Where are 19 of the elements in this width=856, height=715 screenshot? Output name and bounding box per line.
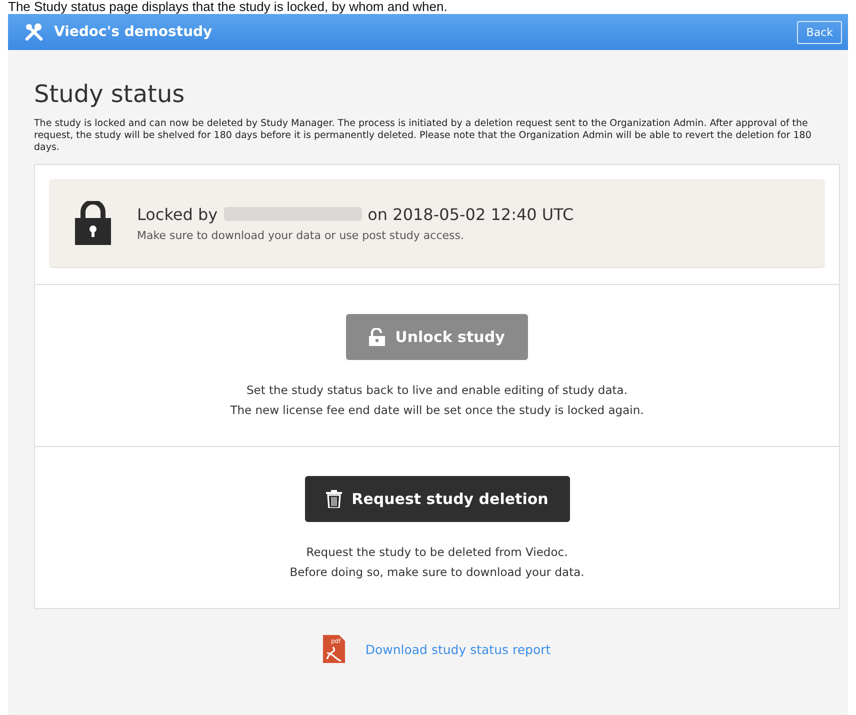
locked-date-text: on 2018-05-02 12:40 UTC xyxy=(368,204,574,224)
description-text: Request the study to be deleted from Viedoc. xyxy=(305,544,569,561)
open-padlock-icon xyxy=(369,328,386,346)
download-report-link[interactable]: Download study status report xyxy=(365,642,551,656)
unlock-button[interactable]: Unlock study xyxy=(346,314,528,360)
trash-icon xyxy=(326,490,342,508)
intro-text: The study is locked and can now be deleted by Study Manager. The process is initiated by a deletion request sent to the Organization Admin. After approval of the request, the study will be shelved for 180 days before it is permanently deleted. Please note that the Organization Admin will be able to revert the deletion for 180 days. xyxy=(34,118,812,154)
study-title: Viedoc's demostudy xyxy=(54,24,214,40)
description-text: The new license fee end date will be set once the study is locked again. xyxy=(230,402,644,419)
back-button[interactable]: Back xyxy=(797,20,842,44)
locked-by-label: Locked by xyxy=(137,204,218,224)
padlock-icon xyxy=(75,201,111,245)
lock-note-text: Make sure to download your data or use post study access. xyxy=(137,228,465,242)
description-text: Before doing so, make sure to download your data. xyxy=(290,564,584,581)
caption-text: The Study status page displays that the study is locked, by whom and when. xyxy=(7,0,448,14)
tools-icon xyxy=(24,22,44,42)
description-text: Set the study status back to live and enable editing of study data. xyxy=(245,382,628,399)
delete-request-button[interactable]: Request study deletion xyxy=(304,476,570,522)
page-title: Study status xyxy=(34,79,186,108)
